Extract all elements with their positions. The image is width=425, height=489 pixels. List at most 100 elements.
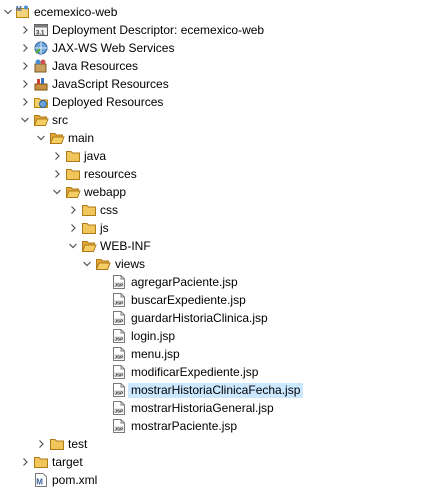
tree-item-label: modificarExpediente.jsp [131,365,259,379]
tree-item-label: JavaScript Resources [52,77,169,91]
tree-item-label: pom.xml [52,473,98,487]
tree-item-jsp-file[interactable]: JSP modificarExpediente.jsp [0,363,425,381]
chevron-down-icon[interactable] [35,132,47,144]
tree-item-views[interactable]: views [0,255,425,273]
tree-item-js[interactable]: js [0,219,425,237]
chevron-right-icon[interactable] [51,168,63,180]
deployment-descriptor-icon: 3.1 [33,22,49,38]
tree-item-label: JAX-WS Web Services [52,41,175,55]
tree-item-jsp-file[interactable]: JSP mostrarHistoriaGeneral.jsp [0,399,425,417]
tree-item-label: login.jsp [131,329,176,343]
tree-item-label: webapp [84,185,127,199]
tree-item-webapp[interactable]: webapp [0,183,425,201]
javascript-resources-icon [33,76,49,92]
tree-item-label: menu.jsp [131,347,180,361]
tree-item-label: test [68,437,88,451]
tree-item-label: mostrarPaciente.jsp [131,419,238,433]
folder-icon [65,166,81,182]
folder-open-icon [81,238,97,254]
tree-item-label: main [68,131,95,145]
tree-item-label: js [100,221,109,235]
chevron-down-icon[interactable] [19,114,31,126]
tree-item-jsp-file[interactable]: JSP buscarExpediente.jsp [0,291,425,309]
svg-text:JSP: JSP [115,426,124,431]
folder-icon [81,220,97,236]
tree-item-css[interactable]: css [0,201,425,219]
tree-item-jsp-file-selected[interactable]: JSP mostrarHistoriaClinicaFecha.jsp [0,381,425,399]
tree-item-label: views [115,257,146,271]
svg-text:JSP: JSP [115,282,124,287]
tree-item-label: Deployed Resources [52,95,164,109]
chevron-right-icon[interactable] [19,42,31,54]
folder-icon [33,454,49,470]
tree-item-java-resources[interactable]: Java Resources [0,57,425,75]
folder-open-icon [95,256,111,272]
chevron-right-icon[interactable] [35,438,47,450]
deployed-resources-icon [33,94,49,110]
tree-item-target[interactable]: target [0,453,425,471]
svg-text:M: M [16,6,22,13]
tree-item-label: resources [84,167,137,181]
java-resources-icon [33,58,49,74]
jsp-file-icon: JSP [111,364,127,380]
svg-text:JSP: JSP [115,354,124,359]
folder-icon [81,202,97,218]
jsp-file-icon: JSP [111,292,127,308]
tree-item-label: buscarExpediente.jsp [131,293,246,307]
folder-icon [65,148,81,164]
svg-text:JSP: JSP [115,318,124,323]
tree-item-deployment-descriptor[interactable]: 3.1 Deployment Descriptor: ecemexico-web [0,21,425,39]
tree-item-label: mostrarHistoriaClinicaFecha.jsp [128,383,304,398]
tree-item-pom[interactable]: M pom.xml [0,471,425,489]
tree-item-javascript-resources[interactable]: JavaScript Resources [0,75,425,93]
jsp-file-icon: JSP [111,418,127,434]
tree-item-label: java [84,149,107,163]
chevron-right-icon[interactable] [19,96,31,108]
svg-text:JSP: JSP [115,390,124,395]
tree-item-src[interactable]: src [0,111,425,129]
tree-item-resources[interactable]: resources [0,165,425,183]
chevron-down-icon[interactable] [2,6,14,18]
tree-item-label: src [52,113,68,127]
chevron-right-icon[interactable] [67,222,79,234]
tree-item-label: target [52,455,83,469]
chevron-right-icon[interactable] [67,204,79,216]
maven-project-icon: M [15,4,31,20]
tree-item-jsp-file[interactable]: JSP agregarPaciente.jsp [0,273,425,291]
chevron-right-icon[interactable] [19,24,31,36]
folder-open-icon [65,184,81,200]
tree-item-label: agregarPaciente.jsp [131,275,238,289]
chevron-right-icon[interactable] [19,60,31,72]
tree-item-test[interactable]: test [0,435,425,453]
tree-item-label: mostrarHistoriaGeneral.jsp [131,401,274,415]
jsp-file-icon: JSP [111,382,127,398]
tree-item-label: WEB-INF [100,239,151,253]
maven-pom-icon: M [33,472,49,488]
chevron-right-icon[interactable] [19,78,31,90]
jsp-file-icon: JSP [111,274,127,290]
svg-text:JSP: JSP [115,300,124,305]
chevron-right-icon[interactable] [19,456,31,468]
tree-item-jsp-file[interactable]: JSP login.jsp [0,327,425,345]
chevron-down-icon[interactable] [81,258,93,270]
chevron-down-icon[interactable] [67,240,79,252]
tree-item-jax-ws[interactable]: JAX-WS Web Services [0,39,425,57]
tree-item-java[interactable]: java [0,147,425,165]
tree-item-label: css [100,203,118,217]
jsp-file-icon: JSP [111,346,127,362]
svg-text:JSP: JSP [115,408,124,413]
tree-item-web-inf[interactable]: WEB-INF [0,237,425,255]
svg-text:M: M [36,478,43,487]
tree-item-label: guardarHistoriaClinica.jsp [131,311,268,325]
tree-item-deployed-resources[interactable]: Deployed Resources [0,93,425,111]
tree-item-jsp-file[interactable]: JSP guardarHistoriaClinica.jsp [0,309,425,327]
tree-item-label: Deployment Descriptor: ecemexico-web [52,23,265,37]
tree-item-project[interactable]: M ecemexico-web [0,3,425,21]
tree-item-main[interactable]: main [0,129,425,147]
web-services-icon [33,40,49,56]
tree-item-jsp-file[interactable]: JSP mostrarPaciente.jsp [0,417,425,435]
chevron-right-icon[interactable] [51,150,63,162]
tree-item-jsp-file[interactable]: JSP menu.jsp [0,345,425,363]
folder-icon [49,436,65,452]
chevron-down-icon[interactable] [51,186,63,198]
